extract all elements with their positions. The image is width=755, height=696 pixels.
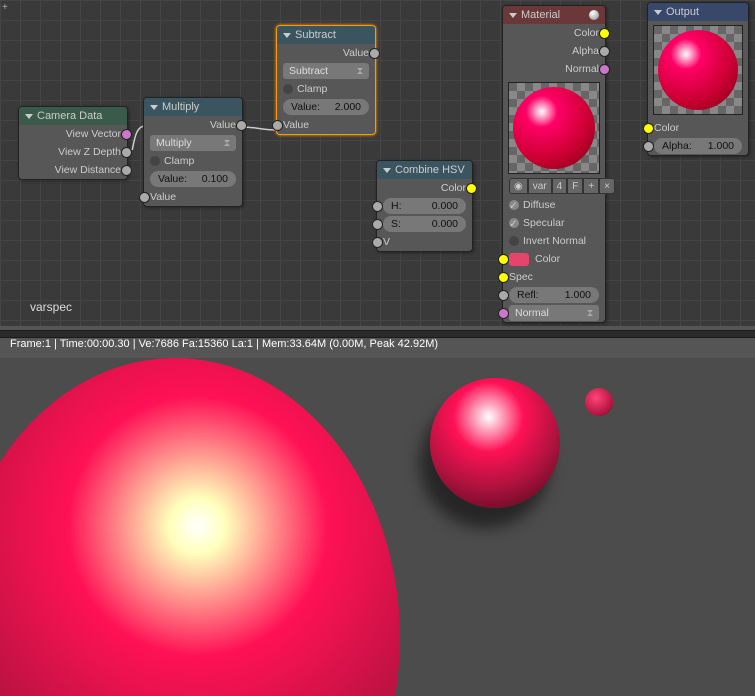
s-input[interactable]: S:0.000: [383, 216, 466, 232]
add-icon[interactable]: +: [583, 178, 599, 194]
node-header[interactable]: Multiply: [144, 98, 242, 116]
refl-input[interactable]: Refl:1.000: [509, 287, 599, 303]
socket-value-out[interactable]: Value: [144, 116, 242, 134]
socket-view-vector[interactable]: View Vector: [19, 125, 127, 143]
socket-view-z-depth[interactable]: View Z Depth: [19, 143, 127, 161]
color-swatch[interactable]: [509, 253, 529, 266]
operation-select[interactable]: Multiply: [150, 135, 236, 151]
diffuse-toggle[interactable]: ✓Diffuse: [503, 196, 605, 214]
node-tree-name: varspec: [30, 300, 72, 314]
socket-color-out[interactable]: Color: [377, 179, 472, 197]
clamp-toggle[interactable]: Clamp: [277, 80, 375, 98]
socket-color-in[interactable]: Color: [648, 119, 748, 137]
close-icon[interactable]: ×: [599, 178, 615, 194]
normal-select[interactable]: Normal: [509, 305, 599, 321]
socket-normal-out[interactable]: Normal: [503, 60, 605, 78]
datablock-buttons[interactable]: ◉ var 4 F + ×: [509, 178, 599, 194]
area-splitter[interactable]: [0, 330, 755, 338]
alpha-input[interactable]: Alpha:1.000: [654, 138, 742, 154]
node-subtract[interactable]: Subtract Value Subtract Clamp Value:2.00…: [276, 25, 376, 135]
node-header[interactable]: Material: [503, 6, 605, 24]
rendered-sphere-small: [585, 388, 613, 416]
specular-toggle[interactable]: ✓Specular: [503, 214, 605, 232]
node-camera-data[interactable]: Camera Data View Vector View Z Depth Vie…: [18, 106, 128, 180]
node-header[interactable]: Subtract: [277, 26, 375, 44]
operation-select[interactable]: Subtract: [283, 63, 369, 79]
render-view[interactable]: [0, 358, 755, 696]
node-multiply[interactable]: Multiply Value Multiply Clamp Value:0.10…: [143, 97, 243, 207]
rendered-sphere-large: [0, 358, 400, 696]
h-input[interactable]: H:0.000: [383, 198, 466, 214]
node-header[interactable]: Camera Data: [19, 107, 127, 125]
node-header[interactable]: Output: [648, 3, 748, 21]
socket-alpha-out[interactable]: Alpha: [503, 42, 605, 60]
material-icon[interactable]: ◉: [509, 178, 528, 194]
socket-color-out[interactable]: Color: [503, 24, 605, 42]
socket-view-distance[interactable]: View Distance: [19, 161, 127, 179]
socket-spec-in[interactable]: Spec: [503, 268, 605, 286]
node-editor[interactable]: + Camera Data View Vector View Z Depth V…: [0, 0, 755, 326]
material-preview: [508, 82, 600, 174]
value-input[interactable]: Value:0.100: [150, 171, 236, 187]
node-header[interactable]: Combine HSV: [377, 161, 472, 179]
socket-value-out[interactable]: Value: [277, 44, 375, 62]
node-combine-hsv[interactable]: Combine HSV Color H:0.000 S:0.000 V: [376, 160, 473, 252]
status-bar: Frame:1 | Time:00:00.30 | Ve:7686 Fa:153…: [10, 338, 745, 350]
rendered-sphere-medium: [430, 378, 560, 508]
invert-normal-toggle[interactable]: Invert Normal: [503, 232, 605, 250]
socket-color-in[interactable]: Color: [503, 250, 605, 268]
sphere-icon: [589, 10, 599, 20]
socket-value-in[interactable]: Value: [144, 188, 242, 206]
node-material[interactable]: Material Color Alpha Normal ◉ var 4 F + …: [502, 5, 606, 323]
output-preview: [653, 25, 743, 115]
socket-v-in[interactable]: V: [377, 233, 472, 251]
plus-icon[interactable]: +: [2, 2, 8, 13]
clamp-toggle[interactable]: Clamp: [144, 152, 242, 170]
node-output[interactable]: Output Color Alpha:1.000: [647, 2, 749, 156]
value-input[interactable]: Value:2.000: [283, 99, 369, 115]
socket-value-in[interactable]: Value: [277, 116, 375, 134]
